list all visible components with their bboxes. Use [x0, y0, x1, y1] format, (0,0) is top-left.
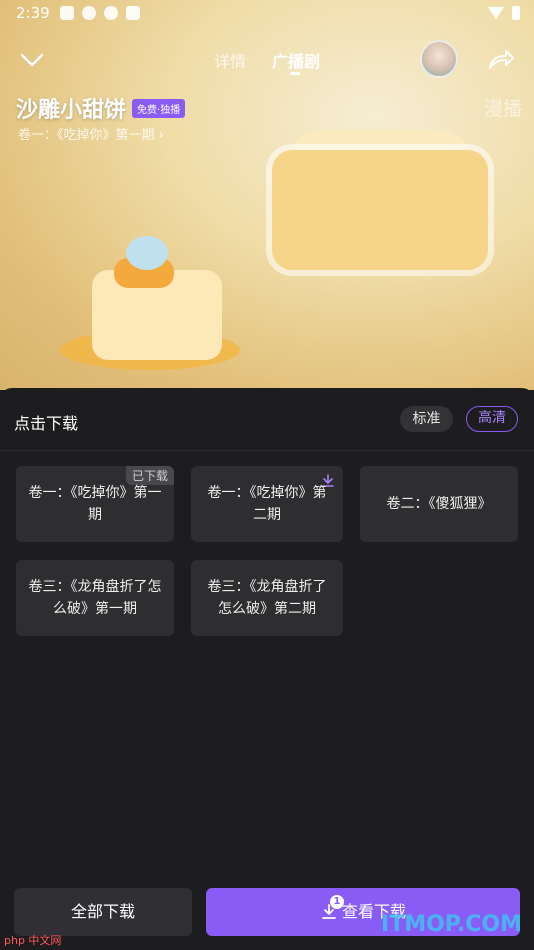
free-exclusive-badge: 免费·独播: [132, 98, 186, 118]
sheet-title: 点击下载: [14, 414, 79, 433]
system-icons: [488, 6, 520, 20]
episode-card[interactable]: 卷一：《吃掉你》第二期: [191, 466, 343, 542]
episode-label: 卷二：《傻狐狸》: [386, 496, 492, 512]
avatar[interactable]: [420, 40, 458, 78]
show-title: 沙雕小甜饼: [16, 98, 127, 123]
title-row: 沙雕小甜饼 免费·独播: [16, 92, 186, 124]
cake-illustration: [272, 150, 488, 270]
app-notification-icon: [60, 6, 74, 20]
status-bar: 2:39: [0, 0, 534, 28]
brand-watermark: 漫播: [483, 98, 522, 120]
episode-label: 卷三：《龙角盘折了怎么破》第二期: [207, 579, 327, 617]
episode-label: 卷三：《龙角盘折了怎么破》第一期: [28, 579, 162, 617]
top-navigation: 详情 广播剧: [0, 40, 534, 80]
share-icon[interactable]: [486, 46, 516, 74]
sheet-header: 点击下载 标准 高清: [0, 388, 534, 451]
quality-standard-button[interactable]: 标准: [400, 406, 453, 432]
status-time: 2:39: [16, 4, 50, 22]
quality-hd-button[interactable]: 高清: [466, 406, 518, 432]
a-icon: [126, 6, 140, 20]
episode-card[interactable]: 已下载 卷一：《吃掉你》第一期: [16, 466, 174, 542]
notification-icons: [60, 6, 140, 20]
episode-card[interactable]: 卷三：《龙角盘折了怎么破》第一期: [16, 560, 174, 636]
tab-bar: 详情 广播剧: [214, 48, 320, 75]
battery-icon: [512, 6, 520, 20]
episode-label: 卷一：《吃掉你》第一期: [28, 485, 162, 523]
egg-illustration: [126, 236, 168, 270]
current-episode-link[interactable]: 卷一：《吃掉你》第一期 ›: [18, 124, 164, 143]
wifi-icon: [488, 7, 504, 19]
tab-audio-drama[interactable]: 广播剧: [272, 48, 320, 75]
cover-art: 2:39 详情 广播剧 沙雕小甜饼 免费·独播 卷一：《吃掉你》第一期 › 漫播: [0, 0, 534, 390]
episode-card[interactable]: 卷二：《傻狐狸》: [360, 466, 518, 542]
downloads-count-badge: 1: [330, 895, 344, 909]
sync-icon: [104, 6, 118, 20]
tab-details[interactable]: 详情: [214, 48, 246, 72]
chevron-down-icon[interactable]: [18, 46, 46, 74]
episode-card[interactable]: 卷三：《龙角盘折了怎么破》第二期: [191, 560, 343, 636]
sync-icon: [82, 6, 96, 20]
download-all-button[interactable]: 全部下载: [14, 888, 192, 936]
site-watermark-left: php 中文网: [4, 934, 62, 947]
episode-label: 卷一：《吃掉你》第二期: [207, 485, 327, 523]
download-sheet: 点击下载 标准 高清 已下载 卷一：《吃掉你》第一期 卷一：《吃掉你》第二期 卷…: [0, 388, 534, 950]
site-watermark-right: ITMOP.COM: [381, 912, 522, 937]
